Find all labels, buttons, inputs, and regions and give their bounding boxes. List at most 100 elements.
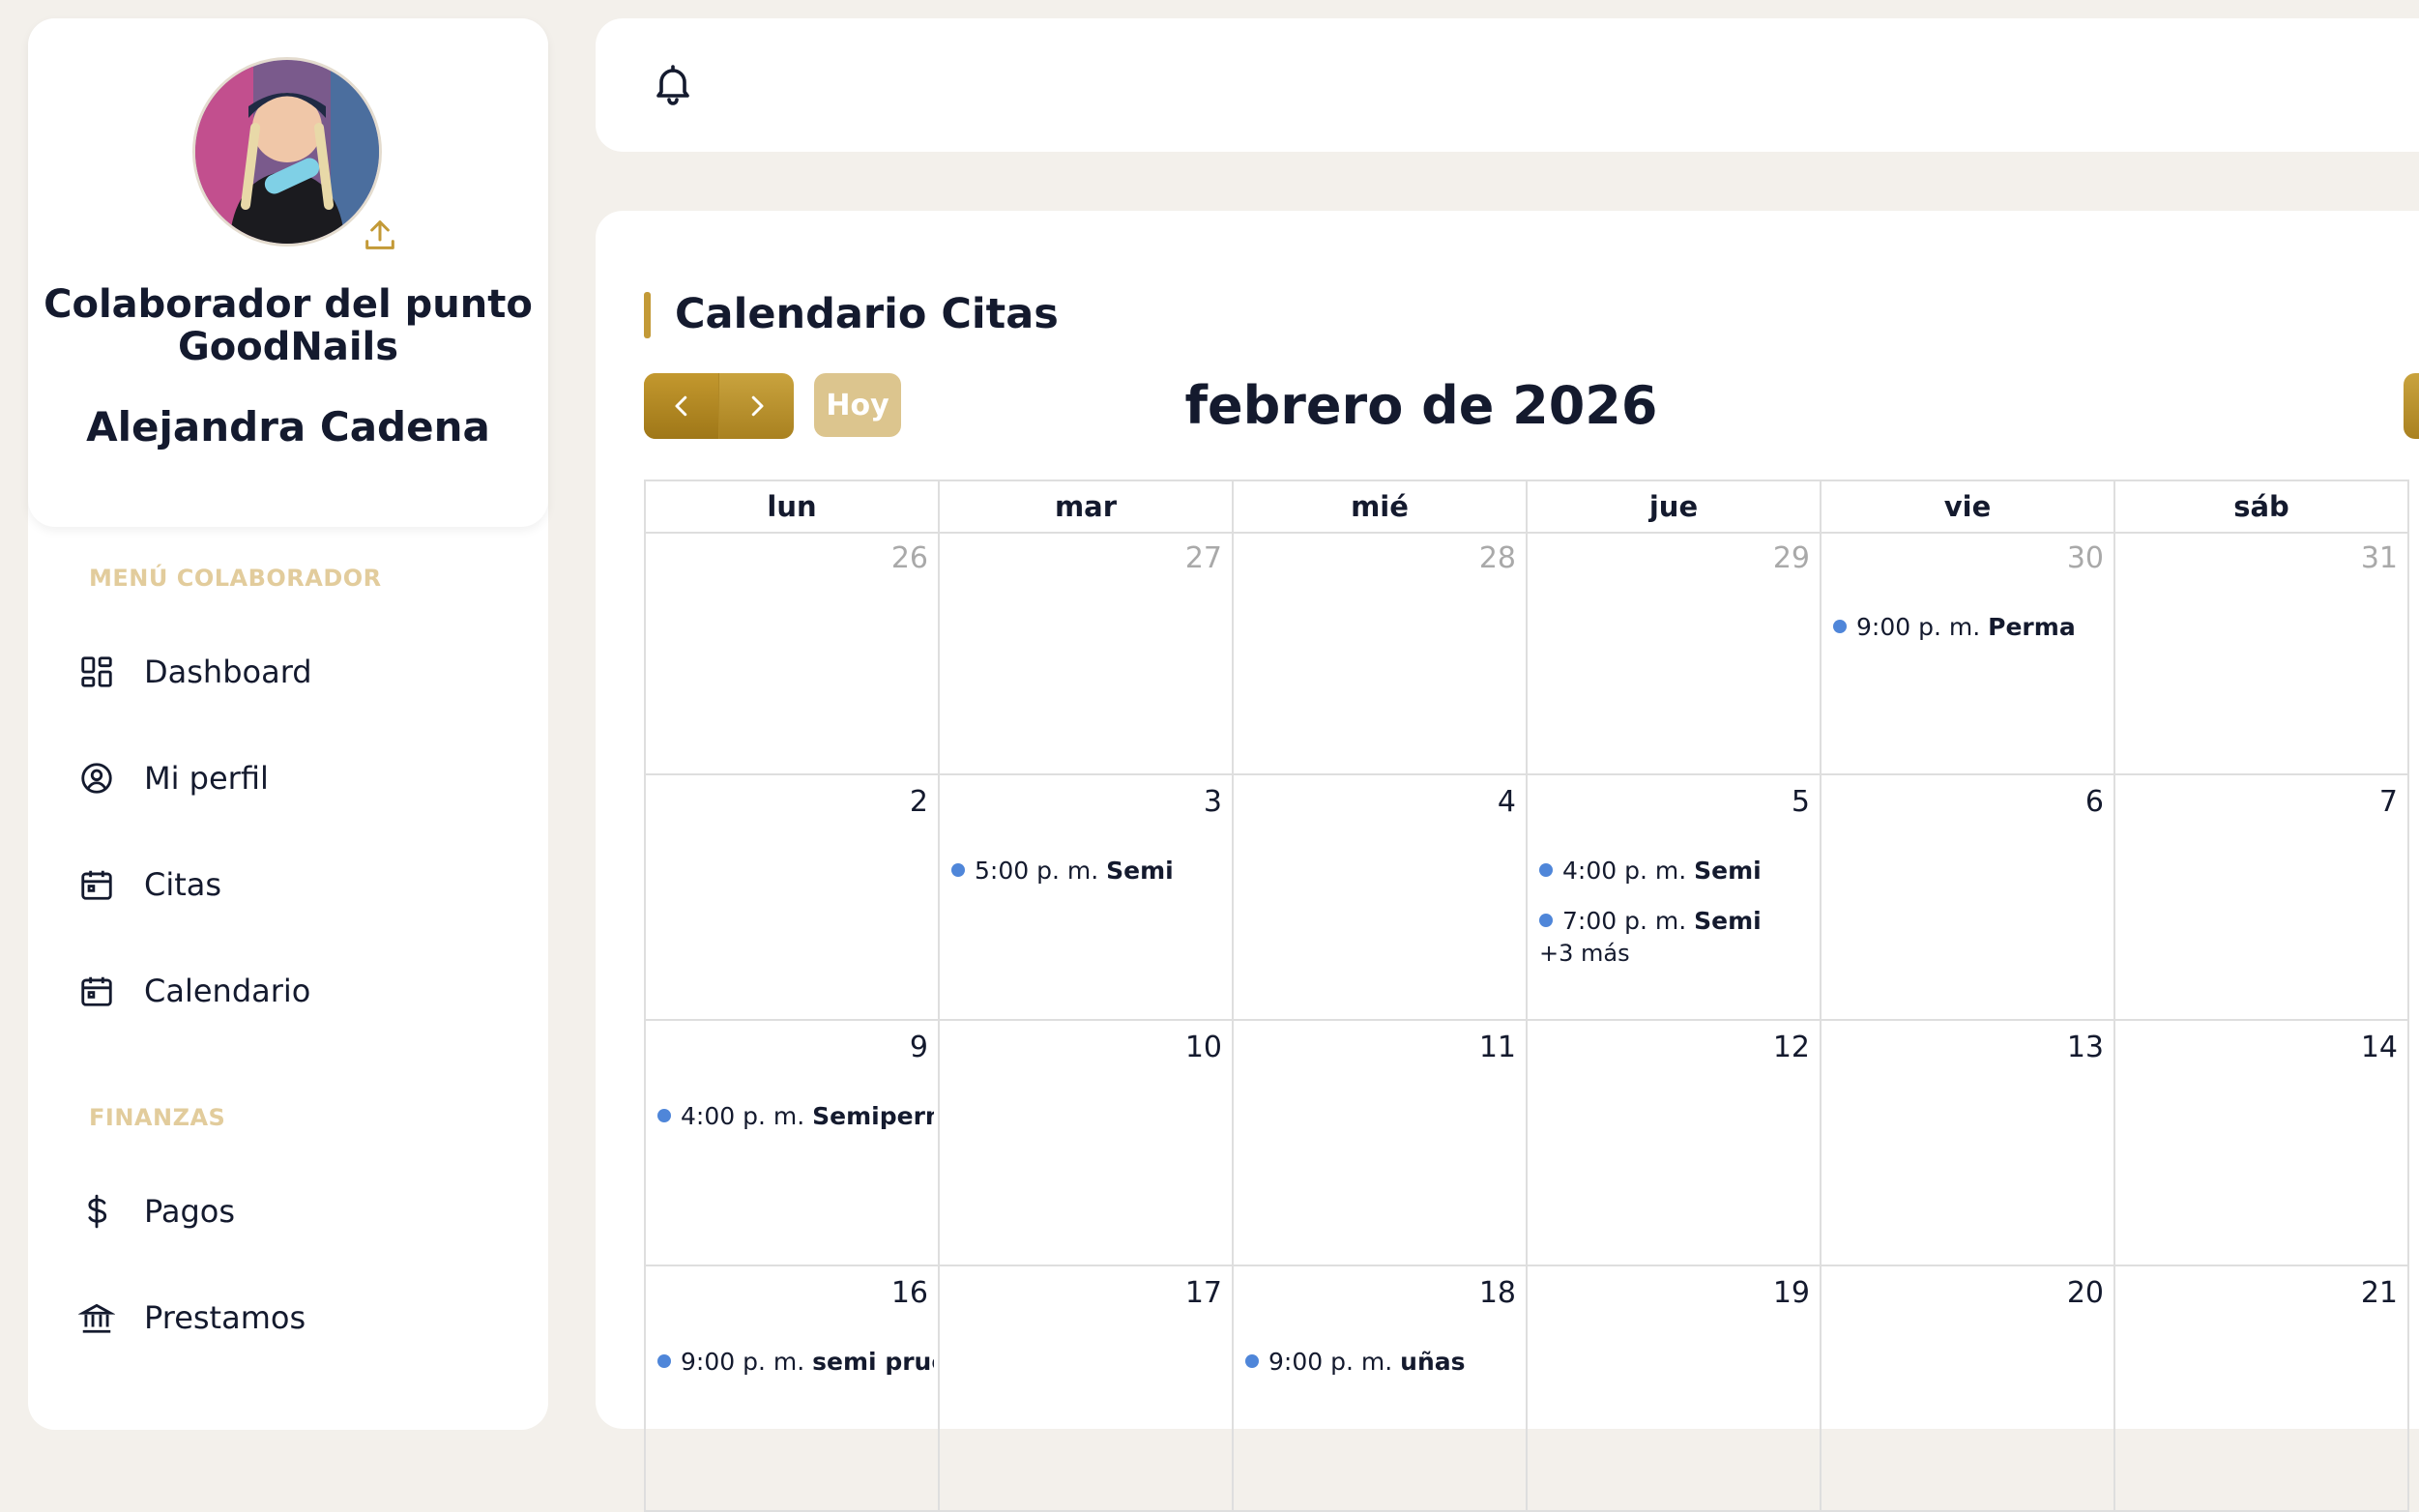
calendar-event[interactable]: 4:00 p. m.Semipermar bbox=[657, 1090, 934, 1141]
day-number[interactable]: 31 bbox=[2361, 541, 2398, 575]
weekday-label: mar bbox=[940, 481, 1234, 534]
day-cell[interactable]: 27 bbox=[940, 532, 1234, 775]
weekday-label: sáb bbox=[2115, 481, 2409, 534]
day-number[interactable]: 19 bbox=[1773, 1276, 1810, 1310]
avatar[interactable] bbox=[192, 57, 382, 247]
event-list: 4:00 p. m. Semi 7:00 p. m. Semi +3 más bbox=[1539, 845, 1816, 967]
day-number[interactable]: 21 bbox=[2361, 1276, 2398, 1310]
day-number[interactable]: 30 bbox=[2067, 541, 2104, 575]
weekday-label: vie bbox=[1822, 481, 2115, 534]
day-number[interactable]: 3 bbox=[1204, 785, 1222, 819]
prev-month-button[interactable] bbox=[644, 373, 719, 439]
chevron-left-icon bbox=[675, 395, 686, 417]
event-title: Semipermar bbox=[812, 1101, 934, 1130]
upload-icon[interactable] bbox=[361, 216, 399, 254]
day-cell[interactable]: 4 bbox=[1234, 775, 1528, 1021]
event-title: Semi bbox=[1106, 856, 1174, 885]
next-month-button[interactable] bbox=[719, 373, 794, 439]
event-time: 4:00 p. m. bbox=[1562, 856, 1687, 885]
nav-label: Dashboard bbox=[144, 654, 312, 690]
user-name: Alejandra Cadena bbox=[86, 403, 490, 451]
day-number[interactable]: 11 bbox=[1479, 1031, 1516, 1064]
dashboard-icon bbox=[81, 656, 112, 687]
nav-item-dashboard[interactable]: Dashboard bbox=[78, 643, 504, 701]
event-time: 9:00 p. m. bbox=[1268, 1347, 1393, 1376]
event-dot-icon bbox=[1539, 914, 1553, 927]
calendar-event[interactable]: 9:00 p. m. Perma bbox=[1833, 601, 2110, 652]
day-cell[interactable]: 6 bbox=[1822, 775, 2115, 1021]
event-time: 9:00 p. m. bbox=[681, 1347, 805, 1376]
weekday-label: lun bbox=[646, 481, 940, 534]
week-row: 169:00 p. m.semi prueba17189:00 p. m.uña… bbox=[646, 1266, 2409, 1512]
day-cell[interactable]: 2 bbox=[646, 775, 940, 1021]
day-cell[interactable]: 19 bbox=[1528, 1266, 1822, 1512]
day-cell[interactable]: 12 bbox=[1528, 1021, 1822, 1266]
calendar-event[interactable]: 5:00 p. m. Semi bbox=[951, 845, 1228, 895]
event-list: 4:00 p. m.Semipermar bbox=[657, 1090, 934, 1141]
day-cell[interactable]: 21 bbox=[2115, 1266, 2409, 1512]
user-circle-icon bbox=[81, 763, 112, 794]
day-cell[interactable]: 14 bbox=[2115, 1021, 2409, 1266]
nav-item-mi-perfil[interactable]: Mi perfil bbox=[78, 749, 504, 807]
more-events-link[interactable]: +3 más bbox=[1539, 940, 1816, 967]
day-number[interactable]: 26 bbox=[891, 541, 928, 575]
day-number[interactable]: 7 bbox=[2379, 785, 2398, 819]
role-title: Colaborador del punto GoodNails bbox=[44, 282, 533, 369]
day-number[interactable]: 29 bbox=[1773, 541, 1810, 575]
day-number[interactable]: 18 bbox=[1479, 1276, 1516, 1310]
calendar-event[interactable]: 7:00 p. m. Semi bbox=[1539, 895, 1816, 945]
day-cell[interactable]: 17 bbox=[940, 1266, 1234, 1512]
day-cell[interactable]: 7 bbox=[2115, 775, 2409, 1021]
day-cell[interactable]: 26 bbox=[646, 532, 940, 775]
day-cell[interactable]: 5 4:00 p. m. Semi 7:00 p. m. Semi +3 más bbox=[1528, 775, 1822, 1021]
day-number[interactable]: 16 bbox=[891, 1276, 928, 1310]
day-number[interactable]: 2 bbox=[910, 785, 928, 819]
event-time: 4:00 p. m. bbox=[681, 1101, 805, 1130]
day-cell[interactable]: 30 9:00 p. m. Perma bbox=[1822, 532, 2115, 775]
day-cell[interactable]: 28 bbox=[1234, 532, 1528, 775]
topbar bbox=[596, 18, 2419, 152]
nav-item-calendario[interactable]: Calendario bbox=[78, 962, 504, 1020]
day-number[interactable]: 10 bbox=[1185, 1031, 1222, 1064]
event-dot-icon bbox=[951, 863, 965, 877]
event-title: semi prueba bbox=[812, 1347, 934, 1376]
day-cell[interactable]: 16 9:00 p. m.semi prueba bbox=[646, 1266, 940, 1512]
day-number[interactable]: 20 bbox=[2067, 1276, 2104, 1310]
calendar-event[interactable]: 4:00 p. m. Semi bbox=[1539, 845, 1816, 895]
day-number[interactable]: 4 bbox=[1498, 785, 1516, 819]
event-title: Semi bbox=[1694, 856, 1762, 885]
day-number[interactable]: 5 bbox=[1792, 785, 1810, 819]
day-number[interactable]: 6 bbox=[2085, 785, 2104, 819]
day-cell[interactable]: 9 4:00 p. m.Semipermar bbox=[646, 1021, 940, 1266]
day-number[interactable]: 28 bbox=[1479, 541, 1516, 575]
day-cell[interactable]: 3 5:00 p. m. Semi bbox=[940, 775, 1234, 1021]
day-number[interactable]: 14 bbox=[2361, 1031, 2398, 1064]
finance-section-label: FINANZAS bbox=[89, 1104, 226, 1131]
day-number[interactable]: 12 bbox=[1773, 1031, 1810, 1064]
nav-item-prestamos[interactable]: Prestamos bbox=[78, 1289, 504, 1347]
day-cell[interactable]: 29 bbox=[1528, 532, 1822, 775]
event-list: 9:00 p. m. uñas bbox=[1245, 1336, 1522, 1386]
day-cell[interactable]: 31 bbox=[2115, 532, 2409, 775]
calendar-event[interactable]: 9:00 p. m. uñas bbox=[1245, 1336, 1522, 1386]
bell-icon[interactable] bbox=[650, 61, 696, 107]
day-cell[interactable]: 18 9:00 p. m. uñas bbox=[1234, 1266, 1528, 1512]
day-number[interactable]: 13 bbox=[2067, 1031, 2104, 1064]
calendar-grid: lun mar mié jue vie sáb 26 27 28 29 30 9:00 p… bbox=[644, 480, 2409, 1512]
nav-item-citas[interactable]: Citas bbox=[78, 856, 504, 914]
day-number[interactable]: 9 bbox=[910, 1031, 928, 1064]
nav-item-pagos[interactable]: Pagos bbox=[78, 1182, 504, 1240]
today-button[interactable]: Hoy bbox=[814, 373, 901, 437]
view-toggle-button[interactable] bbox=[2404, 373, 2419, 439]
nav-label: Prestamos bbox=[144, 1299, 306, 1336]
day-cell[interactable]: 10 bbox=[940, 1021, 1234, 1266]
day-number[interactable]: 17 bbox=[1185, 1276, 1222, 1310]
event-time: 7:00 p. m. bbox=[1562, 906, 1687, 935]
day-cell[interactable]: 11 bbox=[1234, 1021, 1528, 1266]
day-cell[interactable]: 13 bbox=[1822, 1021, 2115, 1266]
sidebar: Colaborador del punto GoodNails Alejandr… bbox=[28, 18, 548, 1430]
day-cell[interactable]: 20 bbox=[1822, 1266, 2115, 1512]
day-number[interactable]: 27 bbox=[1185, 541, 1222, 575]
week-row: 9 4:00 p. m.Semipermar 10 11 12 13 14 bbox=[646, 1021, 2409, 1266]
calendar-event[interactable]: 9:00 p. m.semi prueba bbox=[657, 1336, 934, 1386]
